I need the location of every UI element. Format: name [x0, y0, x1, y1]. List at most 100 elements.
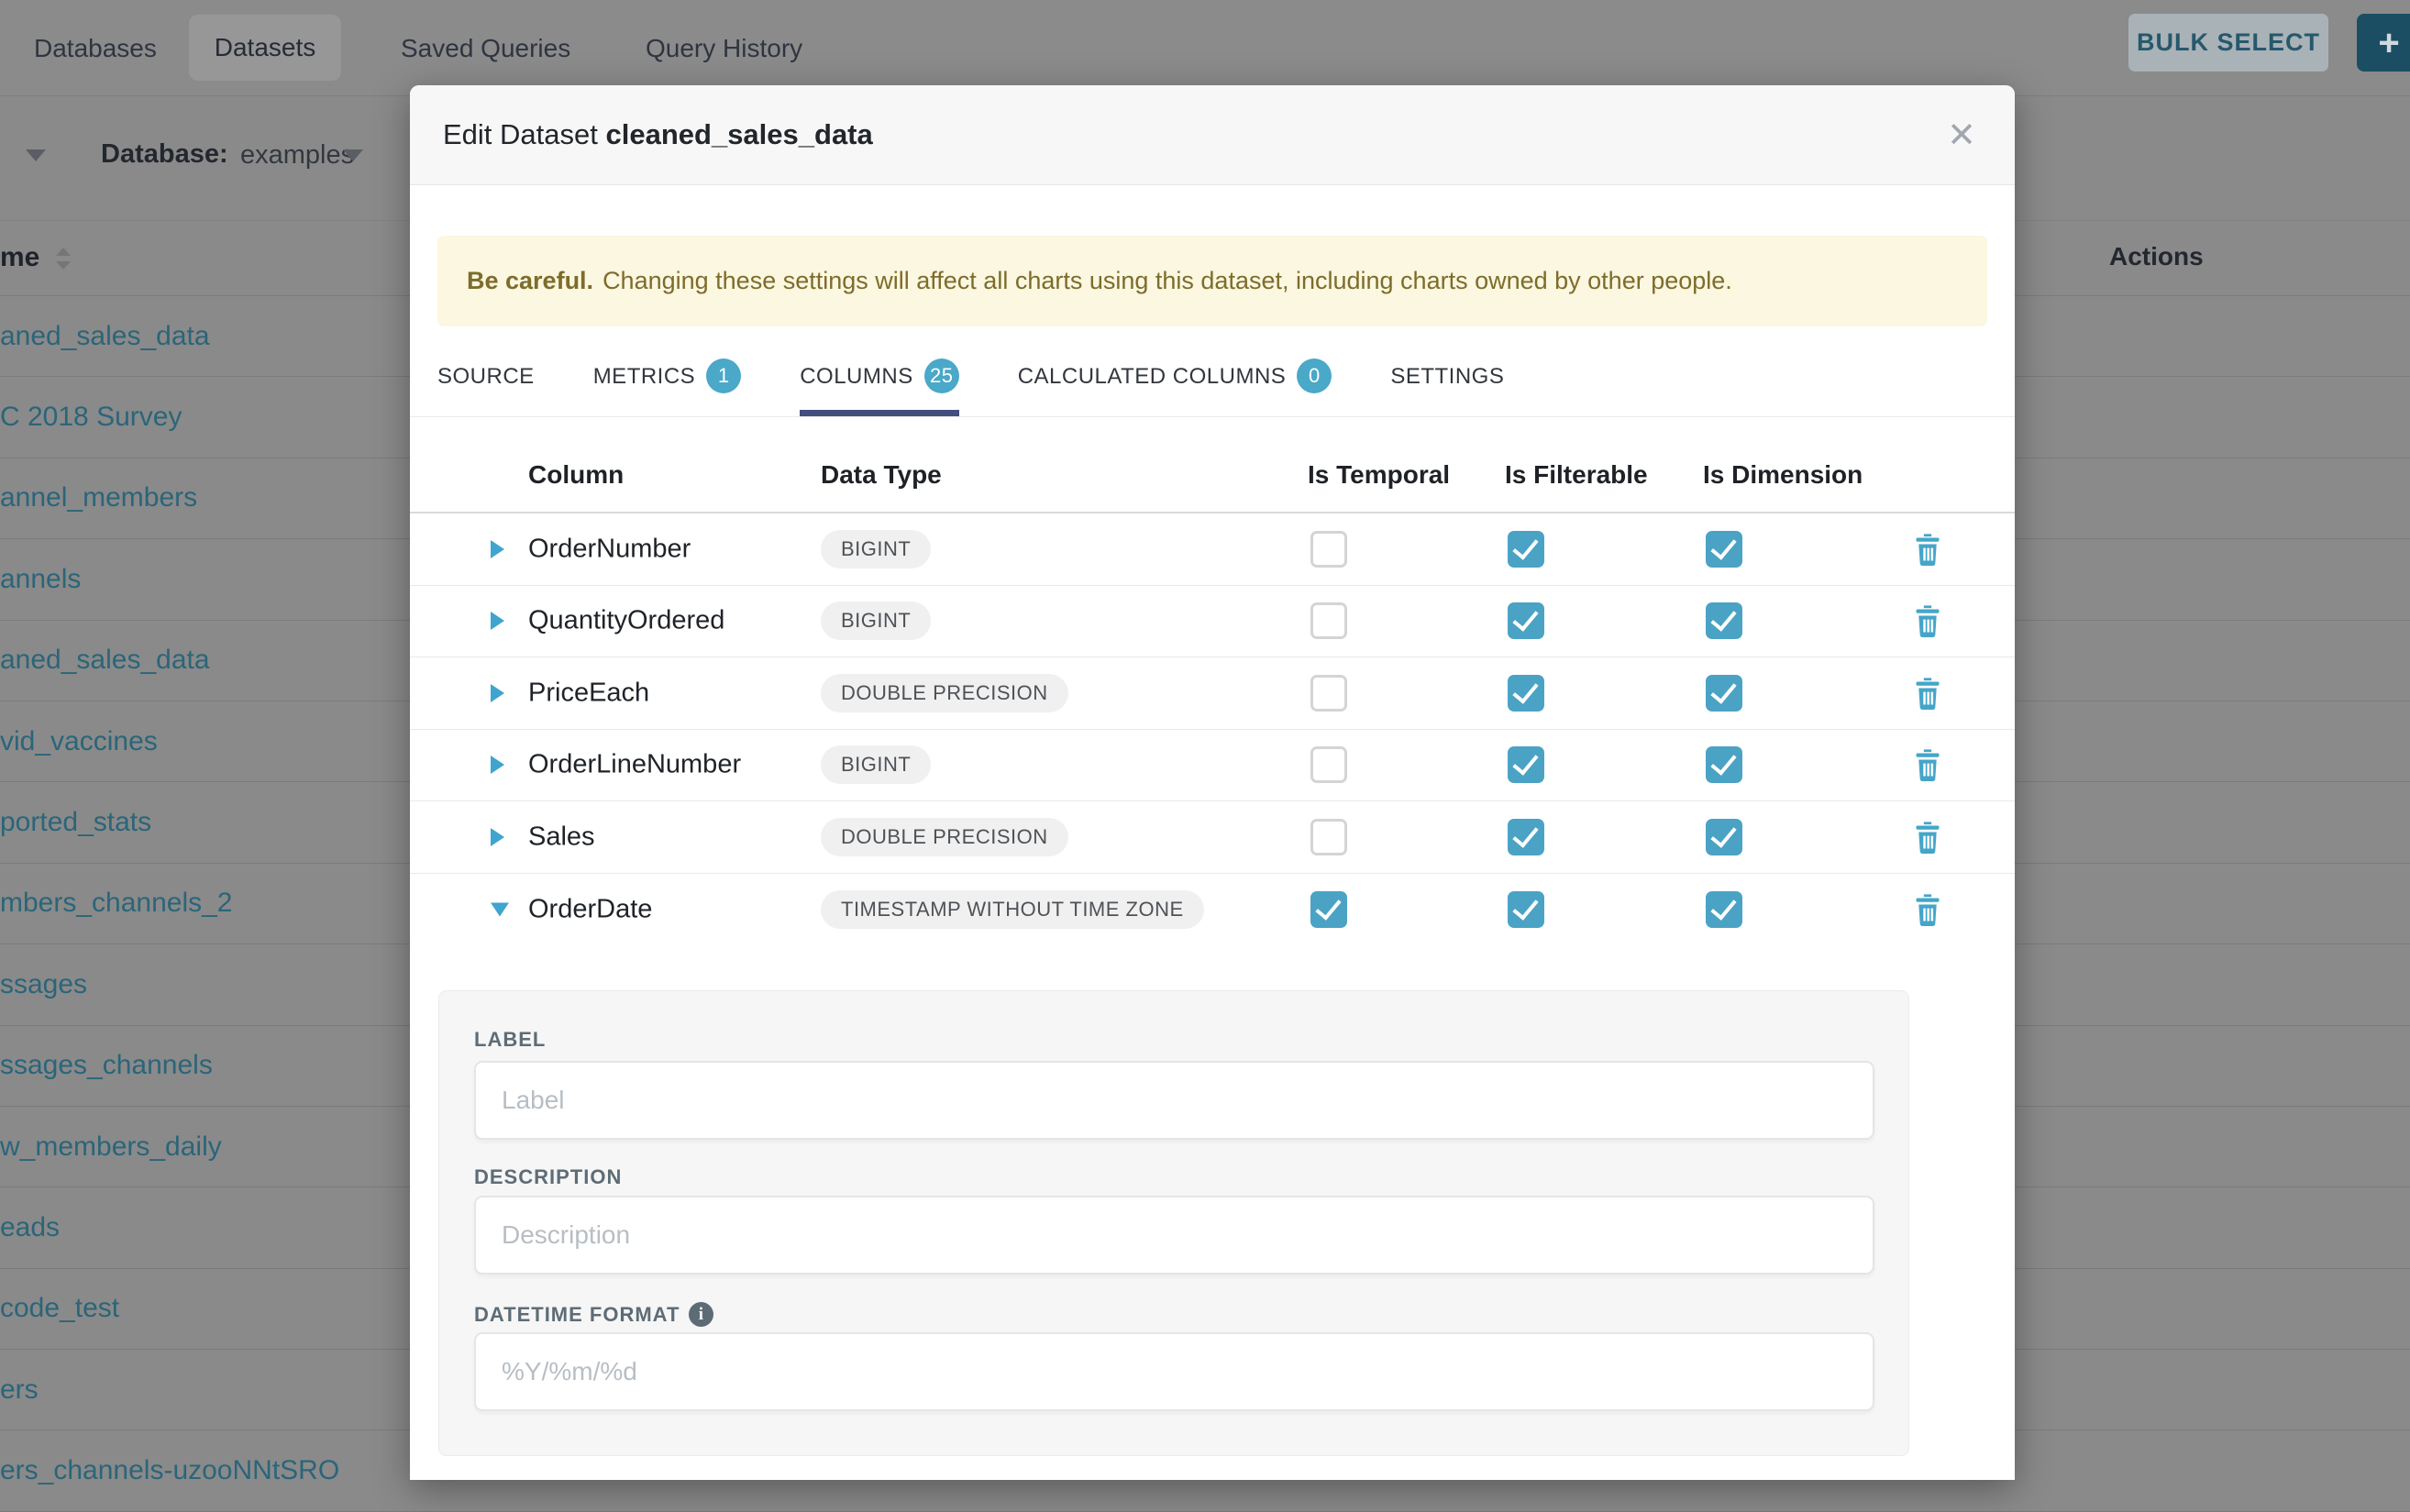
database-filter-value[interactable]: examples: [240, 140, 354, 171]
tab-settings[interactable]: SETTINGS: [1390, 348, 1504, 416]
delete-column-button[interactable]: [1912, 533, 1943, 566]
dataset-link[interactable]: annels: [0, 564, 81, 595]
is-dimension-checkbox[interactable]: [1706, 746, 1742, 783]
modal-title-prefix: Edit Dataset: [443, 118, 598, 150]
label-input[interactable]: [474, 1061, 1874, 1140]
tab-label: COLUMNS: [800, 364, 913, 390]
chevron-down-icon[interactable]: [26, 149, 46, 161]
tab-metrics[interactable]: METRICS 1: [593, 348, 742, 416]
is-temporal-checkbox[interactable]: [1310, 891, 1347, 928]
is-dimension-checkbox[interactable]: [1706, 531, 1742, 568]
dataset-link[interactable]: ssages_channels: [0, 1050, 213, 1081]
expand-caret-icon[interactable]: [491, 540, 504, 558]
delete-column-button[interactable]: [1912, 821, 1943, 854]
description-input[interactable]: [474, 1196, 1874, 1275]
data-type-badge: BIGINT: [821, 530, 931, 568]
data-type-badge: DOUBLE PRECISION: [821, 674, 1068, 712]
name-column-header: me: [0, 242, 39, 273]
nav-item-saved-queries[interactable]: Saved Queries: [401, 0, 570, 96]
dataset-link[interactable]: code_test: [0, 1293, 119, 1324]
is-temporal-checkbox[interactable]: [1310, 602, 1347, 639]
column-row: PriceEachDOUBLE PRECISION: [410, 657, 2015, 730]
warning-banner: Be careful. Changing these settings will…: [437, 236, 1987, 326]
column-name: OrderDate: [528, 894, 652, 924]
nav-item-datasets-active[interactable]: Datasets: [189, 15, 341, 81]
column-row: OrderNumber BIGINT: [410, 513, 2015, 586]
column-row: QuantityOrderedBIGINT: [410, 586, 2015, 658]
tab-label: METRICS: [593, 364, 696, 390]
header-is-dimension: Is Dimension: [1703, 460, 1863, 490]
header-data-type: Data Type: [821, 460, 942, 490]
header-is-filterable: Is Filterable: [1505, 460, 1648, 490]
tab-label: SOURCE: [437, 364, 535, 390]
calculated-columns-count-badge: 0: [1297, 359, 1332, 393]
delete-column-button[interactable]: [1912, 604, 1943, 637]
actions-column-header: Actions: [2109, 242, 2204, 271]
is-temporal-checkbox[interactable]: [1310, 531, 1347, 568]
dataset-link[interactable]: aned_sales_data: [0, 321, 210, 352]
column-row: OrderLineNumberBIGINT: [410, 730, 2015, 802]
is-dimension-checkbox[interactable]: [1706, 602, 1742, 639]
is-filterable-checkbox[interactable]: [1508, 891, 1544, 928]
dataset-link[interactable]: C 2018 Survey: [0, 402, 182, 433]
tab-label: CALCULATED COLUMNS: [1018, 364, 1287, 390]
dataset-link[interactable]: eads: [0, 1212, 60, 1243]
column-detail-panel: LABEL DESCRIPTION DATETIME FORMAT i: [438, 990, 1909, 1456]
header-column: Column: [528, 460, 624, 490]
tab-label: SETTINGS: [1390, 364, 1504, 390]
top-navigation: Databases Datasets Saved Queries Query H…: [0, 0, 2410, 96]
nav-item-query-history[interactable]: Query History: [646, 0, 802, 96]
edit-dataset-modal: Edit Dataset cleaned_sales_data ✕ Be car…: [410, 85, 2015, 1480]
is-filterable-checkbox[interactable]: [1508, 675, 1544, 712]
is-filterable-checkbox[interactable]: [1508, 746, 1544, 783]
tab-columns[interactable]: COLUMNS 25: [800, 348, 959, 416]
delete-column-button[interactable]: [1912, 893, 1943, 926]
dataset-link[interactable]: mbers_channels_2: [0, 888, 233, 919]
expand-caret-icon[interactable]: [491, 756, 504, 774]
tab-source[interactable]: SOURCE: [437, 348, 535, 416]
is-dimension-checkbox[interactable]: [1706, 675, 1742, 712]
is-filterable-checkbox[interactable]: [1508, 602, 1544, 639]
expand-caret-icon[interactable]: [491, 828, 504, 846]
info-icon[interactable]: i: [689, 1302, 713, 1327]
dataset-link[interactable]: ssages: [0, 969, 87, 1000]
dataset-link[interactable]: annel_members: [0, 482, 197, 513]
dataset-link[interactable]: aned_sales_data: [0, 645, 210, 676]
dataset-link[interactable]: ported_stats: [0, 807, 151, 838]
modal-title: Edit Dataset cleaned_sales_data: [443, 118, 873, 151]
columns-table-header: Column Data Type Is Temporal Is Filterab…: [410, 440, 2015, 513]
delete-column-button[interactable]: [1912, 677, 1943, 710]
sort-icon[interactable]: [53, 246, 73, 277]
is-dimension-checkbox[interactable]: [1706, 891, 1742, 928]
datetime-format-label-text: DATETIME FORMAT: [474, 1303, 680, 1327]
add-dataset-button[interactable]: +: [2357, 14, 2410, 72]
expand-caret-icon[interactable]: [491, 684, 504, 702]
is-temporal-checkbox[interactable]: [1310, 819, 1347, 855]
is-temporal-checkbox[interactable]: [1310, 746, 1347, 783]
data-type-badge: DOUBLE PRECISION: [821, 818, 1068, 856]
is-filterable-checkbox[interactable]: [1508, 819, 1544, 855]
nav-item-databases[interactable]: Databases: [34, 0, 157, 96]
collapse-caret-icon[interactable]: [491, 902, 509, 916]
datetime-format-input[interactable]: [474, 1332, 1874, 1411]
dataset-link[interactable]: w_members_daily: [0, 1131, 222, 1163]
dataset-link[interactable]: ers: [0, 1374, 39, 1406]
is-dimension-checkbox[interactable]: [1706, 819, 1742, 855]
tab-calculated-columns[interactable]: CALCULATED COLUMNS 0: [1018, 348, 1332, 416]
database-filter-label: Database:: [101, 139, 228, 170]
column-name: OrderNumber: [528, 534, 691, 564]
chevron-down-icon[interactable]: [343, 149, 363, 161]
is-filterable-checkbox[interactable]: [1508, 531, 1544, 568]
dataset-link[interactable]: ers_channels-uzooNNtSRO: [0, 1455, 339, 1486]
close-icon[interactable]: ✕: [1940, 113, 1984, 157]
bulk-select-button[interactable]: BULK SELECT: [2128, 14, 2328, 72]
expand-caret-icon[interactable]: [491, 612, 504, 630]
dataset-link[interactable]: vid_vaccines: [0, 726, 158, 757]
is-temporal-checkbox[interactable]: [1310, 675, 1347, 712]
delete-column-button[interactable]: [1912, 748, 1943, 781]
modal-tabs: SOURCE METRICS 1 COLUMNS 25 CALCULATED C…: [410, 348, 2015, 417]
data-type-badge: TIMESTAMP WITHOUT TIME ZONE: [821, 890, 1204, 929]
header-is-temporal: Is Temporal: [1308, 460, 1450, 490]
column-name: OrderLineNumber: [528, 750, 741, 780]
column-row: SalesDOUBLE PRECISION: [410, 801, 2015, 874]
